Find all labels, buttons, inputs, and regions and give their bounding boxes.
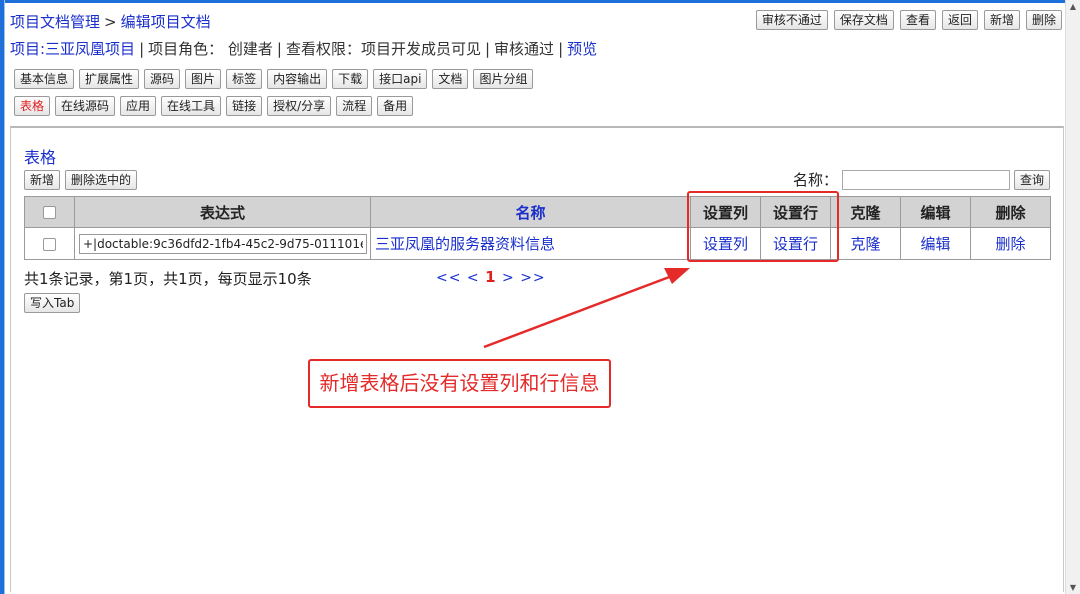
expression-input[interactable] [79,233,367,254]
tab-workflow[interactable]: 流程 [336,96,373,116]
breadcrumb: 项目文档管理 > 编辑项目文档 [10,11,211,32]
tab-spare[interactable]: 备用 [377,96,414,116]
row-select-cell[interactable] [24,227,75,260]
name-search-input[interactable] [841,169,1010,190]
delete-button[interactable]: 删除 [1025,10,1062,30]
pager-next[interactable]: > [502,270,515,286]
add-table-button[interactable]: 新增 [24,170,61,190]
window-left-accent-inner [4,0,5,594]
reject-review-button[interactable]: 审核不通过 [755,10,828,30]
tab-authorize-share[interactable]: 授权/分享 [267,96,332,116]
tab-documents[interactable]: 文档 [432,69,469,89]
project-role: 项目角色： 创建者 [148,40,273,58]
name-search: 名称： 查询 [793,169,1050,190]
pager-first[interactable]: << [436,270,461,286]
header-clone: 克隆 [830,196,901,228]
delete-link[interactable]: 删除 [995,235,1025,253]
table-name-link[interactable]: 三亚凤凰的服务器资料信息 [375,235,555,253]
write-tab-button[interactable]: 写入Tab [24,293,81,313]
select-all-header[interactable] [24,196,75,228]
breadcrumb-current[interactable]: 编辑项目文档 [121,13,211,31]
vertical-scrollbar[interactable]: ▲ ▼ [1065,0,1080,594]
tab-images[interactable]: 图片 [185,69,222,89]
tab-content-output[interactable]: 内容输出 [267,69,328,89]
table-action-bar: 新增 删除选中的 [24,170,138,190]
annotation-callout: 新增表格后没有设置列和行信息 [308,359,611,408]
clone-cell: 克隆 [830,227,901,260]
search-button[interactable]: 查询 [1013,169,1050,190]
scroll-up-icon[interactable]: ▲ [1066,2,1080,11]
edit-link[interactable]: 编辑 [920,235,950,253]
tab-image-groups[interactable]: 图片分组 [473,69,534,89]
scroll-down-icon[interactable]: ▼ [1066,583,1080,592]
window-top-accent [0,0,1080,3]
select-all-checkbox[interactable] [43,206,56,219]
header-edit: 编辑 [900,196,971,228]
name-cell: 三亚凤凰的服务器资料信息 [370,227,691,260]
tab-basic-info[interactable]: 基本信息 [14,69,75,89]
tabs-row-1: 基本信息 扩展属性 源码 图片 标签 内容输出 下载 接口api 文档 图片分组 [14,69,534,89]
highlight-box [687,191,839,262]
tab-extended-attributes[interactable]: 扩展属性 [79,69,140,89]
table-row: 三亚凤凰的服务器资料信息 设置列 设置行 克隆 编辑 删除 [24,227,1051,260]
view-permission: 查看权限：项目开发成员可见 [285,40,481,58]
pager-current-page: 1 [485,268,497,286]
tab-links[interactable]: 链接 [226,96,263,116]
add-new-button[interactable]: 新增 [983,10,1020,30]
tab-download[interactable]: 下载 [332,69,369,89]
pager-prev[interactable]: < [467,270,480,286]
project-info-line: 项目:三亚凤凰项目 | 项目角色： 创建者 | 查看权限：项目开发成员可见 | 审核通过 | 预… [10,40,598,58]
row-checkbox[interactable] [43,237,56,251]
delete-selected-button[interactable]: 删除选中的 [65,170,138,190]
tab-applications[interactable]: 应用 [120,96,157,116]
tab-source-code[interactable]: 源码 [144,69,181,89]
project-name-link[interactable]: 项目:三亚凤凰项目 [10,40,135,58]
delete-cell: 删除 [970,227,1051,260]
breadcrumb-root-link[interactable]: 项目文档管理 [10,13,100,31]
header-expression: 表达式 [74,196,371,228]
review-status: 审核通过 [494,40,555,58]
tab-online-source[interactable]: 在线源码 [55,96,116,116]
tab-online-tools[interactable]: 在线工具 [161,96,222,116]
clone-link[interactable]: 克隆 [850,235,880,253]
tab-tables[interactable]: 表格 [14,96,51,116]
back-button[interactable]: 返回 [941,10,978,30]
pager: << < 1 > >> [436,268,546,286]
edit-cell: 编辑 [900,227,971,260]
breadcrumb-separator: > [104,13,117,31]
tab-interface-api[interactable]: 接口api [373,69,428,89]
pager-summary: 共1条记录，第1页，共1页，每页显示10条 [24,270,312,288]
save-document-button[interactable]: 保存文档 [833,10,894,30]
header-delete: 删除 [970,196,1051,228]
tabs-row-2: 表格 在线源码 应用 在线工具 链接 授权/分享 流程 备用 [14,96,414,116]
table-header-row: 表达式 名称 设置列 设置行 克隆 编辑 删除 [24,196,1051,228]
tab-tags[interactable]: 标签 [226,69,263,89]
tables-grid: 表达式 名称 设置列 设置行 克隆 编辑 删除 三亚凤凰的服务器资料信息 设置列… [24,196,1051,260]
pager-last[interactable]: >> [520,270,545,286]
section-title: 表格 [24,148,57,167]
expression-cell [74,227,371,260]
top-action-bar: 审核不通过 保存文档 查看 返回 新增 删除 [755,10,1062,30]
search-label: 名称： [792,171,838,189]
header-name[interactable]: 名称 [370,196,691,228]
view-button[interactable]: 查看 [899,10,936,30]
preview-link[interactable]: 预览 [567,40,597,58]
